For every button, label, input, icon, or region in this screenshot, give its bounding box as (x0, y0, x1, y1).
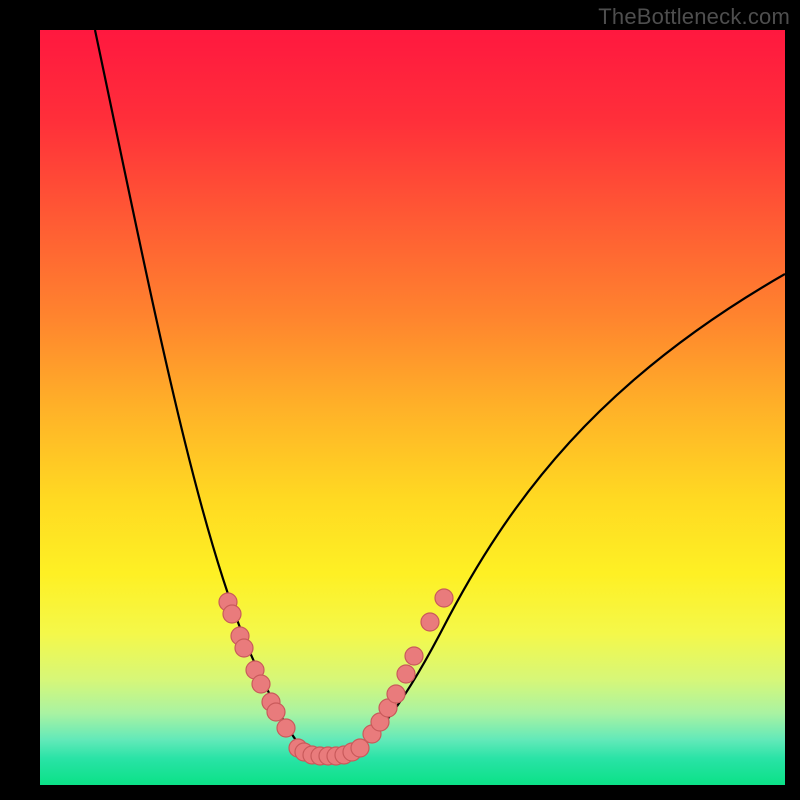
plot-area (40, 30, 785, 785)
data-marker (397, 665, 415, 683)
data-marker (252, 675, 270, 693)
curve-left (95, 30, 338, 756)
data-marker (387, 685, 405, 703)
data-marker (435, 589, 453, 607)
data-marker (277, 719, 295, 737)
watermark-text: TheBottleneck.com (598, 4, 790, 30)
data-marker (267, 703, 285, 721)
data-marker (405, 647, 423, 665)
curve-right (338, 274, 785, 756)
data-marker (223, 605, 241, 623)
data-marker (421, 613, 439, 631)
marker-group (219, 589, 453, 765)
curve-layer (40, 30, 785, 785)
chart-stage: TheBottleneck.com (0, 0, 800, 800)
data-marker (235, 639, 253, 657)
